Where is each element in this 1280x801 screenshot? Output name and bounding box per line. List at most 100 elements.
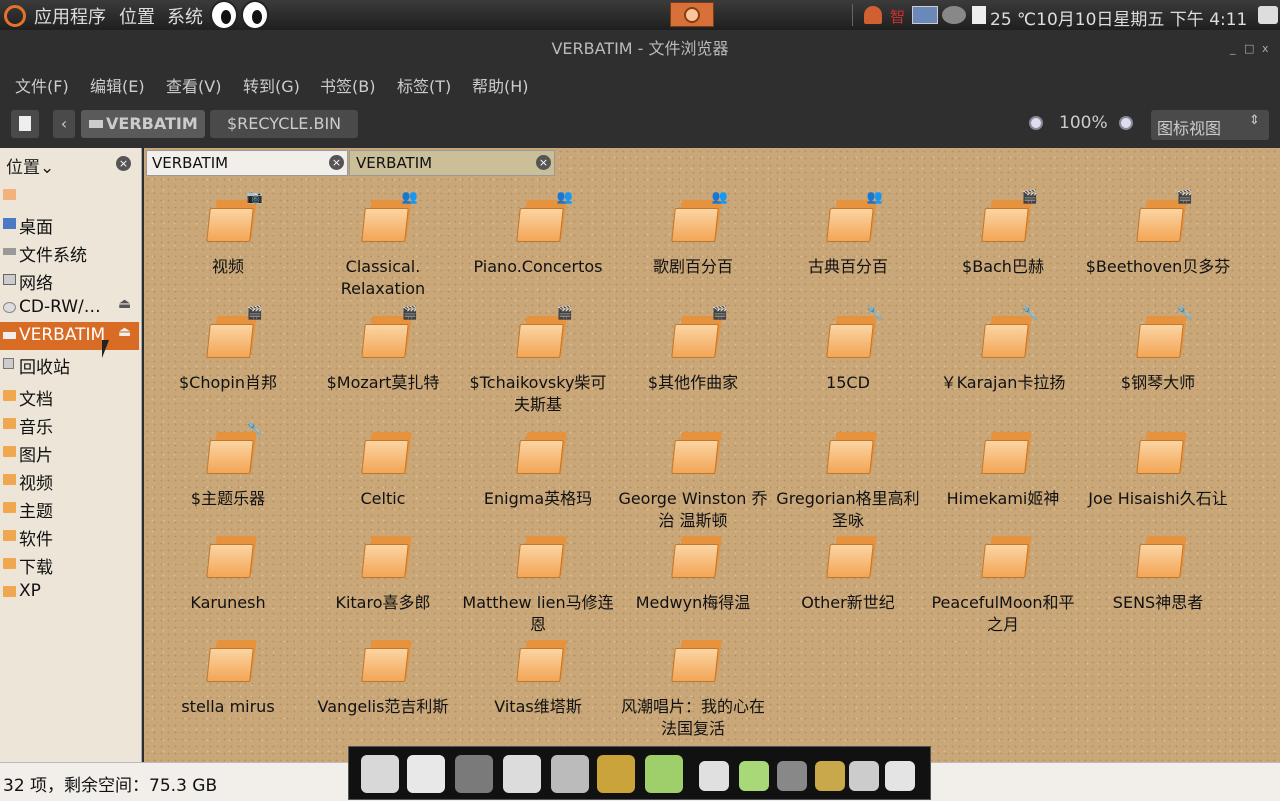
minimize-button[interactable]: _: [1230, 30, 1236, 68]
clock[interactable]: 25 ℃10月10日星期五 下午 4:11: [990, 5, 1247, 30]
folder-icon: [3, 502, 16, 513]
folder-icon: [826, 536, 877, 578]
zoom-level[interactable]: 100%: [1059, 113, 1108, 133]
folder-label: Matthew lien马修连恩: [462, 593, 614, 634]
volume-icon[interactable]: [942, 6, 966, 24]
bookmark-music[interactable]: 音乐: [0, 410, 139, 438]
ime-indicator[interactable]: 智: [890, 6, 905, 27]
sidebar-item-cdrw[interactable]: CD-RW/… ⏏: [0, 294, 139, 322]
file-view[interactable]: VERBATIM × VERBATIM × 📷 视频 👥 Classical. Rel…: [144, 148, 1280, 762]
folder-icon: [361, 536, 412, 578]
tab-verbatim-2[interactable]: VERBATIM ×: [349, 150, 555, 176]
close-button[interactable]: x: [1262, 30, 1269, 68]
toolbar: ‹ VERBATIM $RECYCLE.BIN 100% 图标视图 ⇕: [0, 102, 1280, 148]
eject-icon[interactable]: ⏏: [118, 296, 131, 312]
menu-edit[interactable]: 编辑(E): [90, 73, 145, 97]
folder-label: 风潮唱片：我的心在法国复活: [620, 697, 765, 738]
people-emblem-icon: 👥: [866, 190, 884, 205]
clock-icon[interactable]: [849, 761, 879, 791]
clock-icon[interactable]: [551, 755, 589, 793]
tux-icon[interactable]: [503, 755, 541, 793]
ubuntu-logo-icon[interactable]: [4, 5, 26, 27]
folder-icon: [3, 558, 16, 569]
folder-label: George Winston 乔治 温斯顿: [618, 489, 768, 530]
tux-chat-icon[interactable]: [739, 761, 769, 791]
monitor-icon[interactable]: [455, 755, 493, 793]
view-mode-select[interactable]: 图标视图 ⇕: [1151, 110, 1269, 140]
sidebar-item-verbatim[interactable]: VERBATIM ⏏: [0, 322, 139, 350]
sidebar-item-home[interactable]: [0, 181, 139, 209]
folder-icon: 🎬: [206, 306, 263, 358]
folder-label: Himekami姬神: [946, 489, 1060, 508]
menu-applications[interactable]: 应用程序: [34, 3, 106, 29]
folder-icon: [206, 536, 257, 578]
eject-icon[interactable]: ⏏: [118, 324, 131, 340]
bookmark-themes[interactable]: 主题: [0, 494, 139, 522]
maximize-button[interactable]: □: [1244, 30, 1254, 68]
sidebar-item-filesystem[interactable]: 文件系统: [0, 238, 139, 266]
sidebar-close-icon[interactable]: ×: [116, 156, 131, 171]
sidebar: 位置⌄ × 桌面 文件系统 网络 CD-RW/… ⏏ VERBATIM ⏏ 回收…: [0, 148, 142, 762]
sidebar-mode-select[interactable]: 位置⌄: [6, 153, 54, 178]
taskbar-window-button[interactable]: [670, 2, 714, 27]
tab-close-icon[interactable]: ×: [329, 155, 344, 170]
bookmark-pictures[interactable]: 图片: [0, 438, 139, 466]
menu-bookmarks[interactable]: 书签(B): [320, 73, 375, 97]
folder-label: 视频: [211, 257, 244, 276]
menu-system[interactable]: 系统: [167, 3, 203, 29]
sidebar-item-network[interactable]: 网络: [0, 266, 139, 294]
menu-help[interactable]: 帮助(H): [472, 73, 529, 97]
dock: [348, 746, 931, 800]
folder-icon: [671, 432, 722, 474]
user-icon[interactable]: [864, 6, 882, 24]
toggle-location-button[interactable]: [11, 110, 39, 138]
zoom-in-icon[interactable]: [1119, 116, 1133, 130]
folder-icon: [3, 474, 16, 485]
sidebar-item-trash[interactable]: 回收站: [0, 350, 139, 378]
menu-go[interactable]: 转到(G): [243, 73, 300, 97]
weather-icon: [972, 6, 986, 24]
tab-verbatim-1[interactable]: VERBATIM ×: [146, 150, 348, 176]
folder-label: $其他作曲家: [647, 373, 739, 392]
bookmark-software[interactable]: 软件: [0, 522, 139, 550]
path-button-verbatim[interactable]: VERBATIM: [81, 110, 205, 138]
keys-icon[interactable]: [699, 761, 729, 791]
bookmark-xp[interactable]: XP: [0, 578, 139, 606]
folder-icon: [516, 536, 567, 578]
path-button-recycle[interactable]: $RECYCLE.BIN: [210, 110, 358, 138]
menu-places[interactable]: 位置: [119, 3, 155, 29]
folder-label: $钢琴大师: [1120, 373, 1196, 392]
folder-icon: 👥: [826, 190, 883, 242]
bookmark-videos[interactable]: 视频: [0, 466, 139, 494]
tux-pen-icon[interactable]: [407, 755, 445, 793]
music-disc-icon[interactable]: [815, 761, 845, 791]
folder-icon: [3, 418, 16, 429]
zoom-out-icon[interactable]: [1029, 116, 1043, 130]
menu-tabs[interactable]: 标签(T): [397, 73, 451, 97]
trash-icon: [3, 358, 14, 369]
bookmark-downloads[interactable]: 下载: [0, 550, 139, 578]
tab-close-icon[interactable]: ×: [536, 155, 551, 170]
folder-label: Vangelis范吉利斯: [317, 697, 449, 716]
shutdown-icon[interactable]: [1258, 6, 1278, 24]
sidebar-item-desktop[interactable]: 桌面: [0, 210, 139, 238]
xeyes-applet-icon[interactable]: [210, 0, 272, 30]
music-disc-icon[interactable]: [597, 755, 635, 793]
folder-icon: [361, 640, 412, 682]
folder-icon: 👥: [671, 190, 728, 242]
path-back-button[interactable]: ‹: [53, 110, 75, 138]
folder-icon: [206, 640, 257, 682]
tux-chat-icon[interactable]: [645, 755, 683, 793]
folder-icon: 🎬: [361, 306, 418, 358]
bookmark-documents[interactable]: 文档: [0, 382, 139, 410]
menu-view[interactable]: 查看(V): [166, 73, 221, 97]
folder-label: Medwyn梅得温: [635, 593, 751, 612]
tux-icon[interactable]: [885, 761, 915, 791]
network-icon[interactable]: [912, 6, 938, 24]
folder-icon: 🔧: [1136, 306, 1193, 358]
window-titlebar[interactable]: VERBATIM - 文件浏览器 _ □ x: [0, 30, 1280, 66]
folder-icon: [671, 536, 722, 578]
monitor-icon[interactable]: [777, 761, 807, 791]
tux-icon[interactable]: [361, 755, 399, 793]
menu-file[interactable]: 文件(F): [15, 73, 69, 97]
